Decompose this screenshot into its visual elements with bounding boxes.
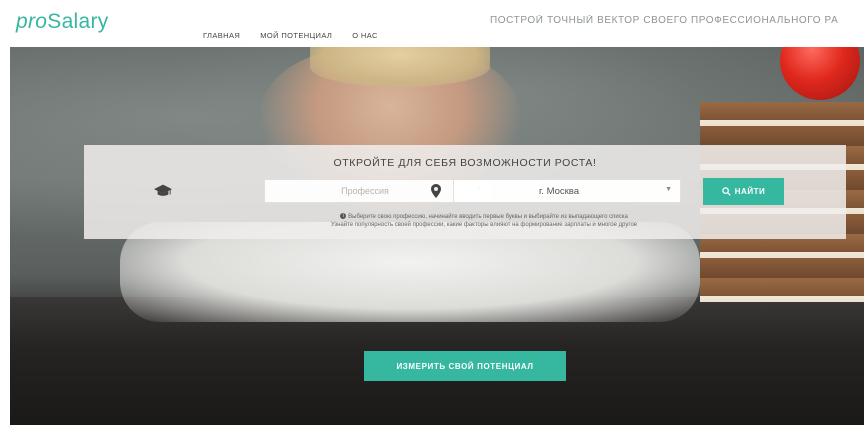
logo[interactable]: proSalary <box>16 10 109 34</box>
header: proSalary ГЛАВНАЯ МОЙ ПОТЕНЦИАЛ О НАС ПО… <box>0 0 864 47</box>
search-title: ОТКРОЙТЕ ДЛЯ СЕБЯ ВОЗМОЖНОСТИ РОСТА! <box>333 157 597 169</box>
hint-line-1: Выберите свою профессию, начинайте вводи… <box>348 214 628 220</box>
nav-item-about[interactable]: О НАС <box>352 31 378 40</box>
main-nav: ГЛАВНАЯ МОЙ ПОТЕНЦИАЛ О НАС <box>203 31 378 40</box>
find-button[interactable]: НАЙТИ <box>703 178 784 205</box>
city-value: г. Москва <box>538 186 580 197</box>
student-hair <box>310 47 490 87</box>
search-hint: i Выберите свою профессию, начинайте ввод… <box>234 213 734 229</box>
hint-line-2: Узнайте популярность своей профессии, ка… <box>330 222 638 228</box>
logo-part-salary: Salary <box>47 10 109 33</box>
graduation-cap-icon <box>154 184 172 196</box>
nav-item-home[interactable]: ГЛАВНАЯ <box>203 31 240 40</box>
map-pin-icon <box>431 184 441 198</box>
logo-part-pro: pro <box>16 10 48 33</box>
caret-down-icon: ▼ <box>665 186 672 193</box>
search-icon <box>722 187 731 196</box>
nav-item-my-potential[interactable]: МОЙ ПОТЕНЦИАЛ <box>260 31 332 40</box>
find-button-label: НАЙТИ <box>734 187 766 196</box>
search-panel: ОТКРОЙТЕ ДЛЯ СЕБЯ ВОЗМОЖНОСТИ РОСТА! Про… <box>84 145 846 239</box>
header-tagline: ПОСТРОЙ ТОЧНЫЙ ВЕКТОР СВОЕГО ПРОФЕССИОНА… <box>490 15 839 26</box>
info-icon: i <box>340 213 347 220</box>
city-select[interactable]: г. Москва ▼ <box>453 179 681 203</box>
page: proSalary ГЛАВНАЯ МОЙ ПОТЕНЦИАЛ О НАС ПО… <box>0 0 864 425</box>
measure-potential-button[interactable]: ИЗМЕРИТЬ СВОЙ ПОТЕНЦИАЛ <box>364 351 566 381</box>
